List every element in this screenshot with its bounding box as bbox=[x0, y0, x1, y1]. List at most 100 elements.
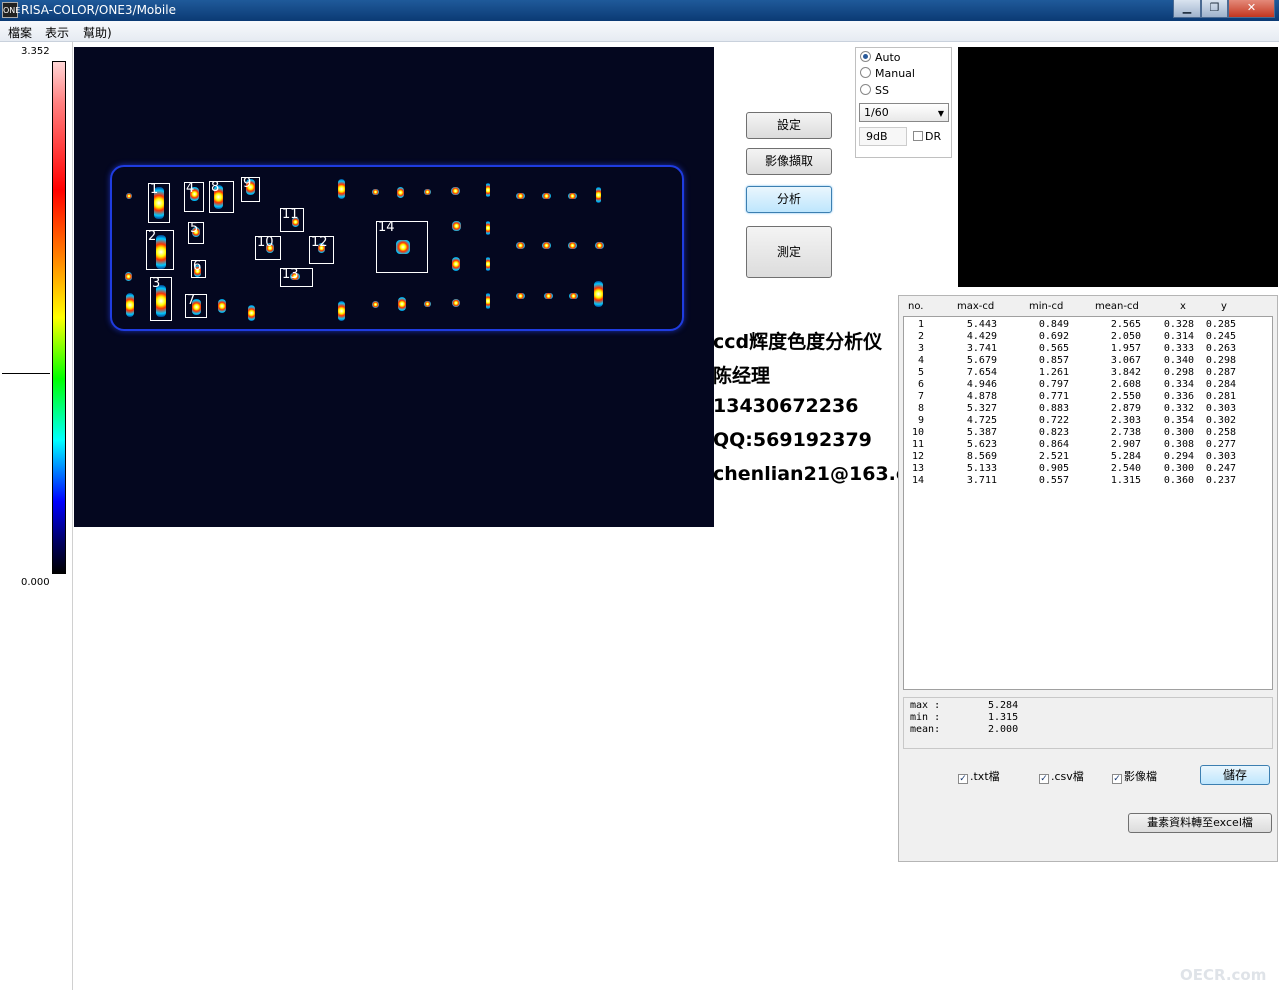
roi-box-2[interactable]: 2 bbox=[146, 229, 174, 270]
gain-field[interactable]: 9dB bbox=[859, 127, 907, 146]
table-row[interactable]: 2 4.429 0.692 2.050 0.314 0.245 bbox=[904, 331, 1274, 343]
table-cell: 2.521 bbox=[1038, 451, 1069, 462]
table-cell: 0.314 bbox=[1163, 331, 1194, 342]
csv-checkbox-box[interactable]: ✓ bbox=[1039, 774, 1049, 784]
radio-manual-circle[interactable] bbox=[860, 67, 871, 78]
table-row[interactable]: 13 5.133 0.905 2.540 0.300 0.247 bbox=[904, 463, 1274, 475]
image-checkbox[interactable]: ✓ 影像檔 bbox=[1112, 768, 1157, 784]
hotspot bbox=[451, 187, 460, 195]
table-cell: 0.258 bbox=[1205, 427, 1236, 438]
analyze-button[interactable]: 分析 bbox=[746, 186, 832, 213]
txt-checkbox[interactable]: ✓ .txt檔 bbox=[958, 768, 1000, 784]
roi-label: 1 bbox=[150, 182, 159, 197]
txt-checkbox-box[interactable]: ✓ bbox=[958, 774, 968, 784]
table-cell: 11 bbox=[911, 439, 924, 450]
hotspot bbox=[452, 221, 461, 231]
table-cell: 0.864 bbox=[1038, 439, 1069, 450]
roi-box-7[interactable]: 7 bbox=[185, 293, 207, 318]
settings-button[interactable]: 設定 bbox=[746, 112, 832, 139]
app-icon[interactable]: ONE bbox=[2, 2, 20, 18]
scale-marker-line[interactable] bbox=[2, 373, 50, 374]
dr-checkbox-box[interactable] bbox=[913, 131, 923, 141]
table-row[interactable]: 4 5.679 0.857 3.067 0.340 0.298 bbox=[904, 355, 1274, 367]
hotspot bbox=[596, 187, 601, 203]
csv-checkbox[interactable]: ✓ .csv檔 bbox=[1039, 768, 1084, 784]
dr-checkbox[interactable]: DR bbox=[913, 130, 941, 143]
table-row[interactable]: 9 4.725 0.722 2.303 0.354 0.302 bbox=[904, 415, 1274, 427]
menu-help[interactable]: 幫助) bbox=[83, 24, 112, 41]
roi-box-8[interactable]: 8 bbox=[209, 180, 234, 213]
roi-box-6[interactable]: 6 bbox=[191, 259, 206, 278]
results-list[interactable]: 1 5.443 0.849 2.565 0.328 0.285 2 4.429 0.692 2.0… bbox=[903, 316, 1273, 690]
roi-box-13[interactable]: 13 bbox=[280, 267, 313, 287]
col-header-x: x bbox=[1180, 301, 1186, 312]
table-row[interactable]: 8 5.327 0.883 2.879 0.332 0.303 bbox=[904, 403, 1274, 415]
summary-min-label: min : bbox=[910, 712, 941, 723]
table-cell: 0.300 bbox=[1163, 463, 1194, 474]
table-row[interactable]: 14 3.711 0.557 1.315 0.360 0.237 bbox=[904, 475, 1274, 487]
menu-file[interactable]: 檔案 bbox=[8, 24, 32, 41]
roi-box-14[interactable]: 14 bbox=[376, 220, 428, 273]
roi-label: 7 bbox=[187, 293, 196, 308]
table-cell: 0.857 bbox=[1038, 355, 1069, 366]
roi-box-10[interactable]: 10 bbox=[255, 235, 281, 260]
radio-auto[interactable]: Auto bbox=[860, 51, 901, 64]
save-button[interactable]: 儲存 bbox=[1200, 765, 1270, 785]
maximize-button[interactable]: ❐ bbox=[1201, 0, 1228, 18]
scale-min-value: 0.000 bbox=[21, 577, 50, 588]
menu-view[interactable]: 表示 bbox=[45, 24, 69, 41]
luminance-image-view[interactable]: 1 2 3 4 5 6 7 8 9 10 11 12 13 14 bbox=[74, 47, 714, 527]
roi-box-12[interactable]: 12 bbox=[309, 235, 334, 264]
table-row[interactable]: 7 4.878 0.771 2.550 0.336 0.281 bbox=[904, 391, 1274, 403]
roi-label: 12 bbox=[311, 235, 328, 250]
table-row[interactable]: 11 5.623 0.864 2.907 0.308 0.277 bbox=[904, 439, 1274, 451]
col-header-mean: mean-cd bbox=[1095, 301, 1139, 312]
table-cell: 0.303 bbox=[1205, 403, 1236, 414]
image-checkbox-box[interactable]: ✓ bbox=[1112, 774, 1122, 784]
table-row[interactable]: 1 5.443 0.849 2.565 0.328 0.285 bbox=[904, 319, 1274, 331]
table-row[interactable]: 5 7.654 1.261 3.842 0.298 0.287 bbox=[904, 367, 1274, 379]
radio-ss[interactable]: SS bbox=[860, 84, 889, 97]
table-cell: 0.263 bbox=[1205, 343, 1236, 354]
table-cell: 0.722 bbox=[1038, 415, 1069, 426]
table-cell: 10 bbox=[911, 427, 924, 438]
close-button[interactable]: ✕ bbox=[1228, 0, 1275, 18]
hotspot bbox=[218, 299, 226, 313]
table-cell: 2.738 bbox=[1110, 427, 1141, 438]
table-row[interactable]: 10 5.387 0.823 2.738 0.300 0.258 bbox=[904, 427, 1274, 439]
hotspot bbox=[452, 257, 460, 271]
csv-checkbox-label: .csv檔 bbox=[1051, 770, 1084, 783]
table-cell: 5.133 bbox=[966, 463, 997, 474]
hotspot bbox=[397, 187, 404, 198]
hotspot bbox=[338, 179, 345, 199]
radio-manual[interactable]: Manual bbox=[860, 67, 915, 80]
table-cell: 0.247 bbox=[1205, 463, 1236, 474]
overlay-text-qq: QQ:569192379 bbox=[713, 429, 872, 451]
table-cell: 5.623 bbox=[966, 439, 997, 450]
color-scale-bar bbox=[52, 61, 66, 574]
radio-ss-circle[interactable] bbox=[860, 84, 871, 95]
roi-box-4[interactable]: 4 bbox=[184, 181, 204, 212]
table-row[interactable]: 12 8.569 2.521 5.284 0.294 0.303 bbox=[904, 451, 1274, 463]
roi-box-5[interactable]: 5 bbox=[188, 221, 204, 244]
col-header-y: y bbox=[1221, 301, 1227, 312]
roi-box-9[interactable]: 9 bbox=[241, 176, 260, 202]
table-row[interactable]: 3 3.741 0.565 1.957 0.333 0.263 bbox=[904, 343, 1274, 355]
table-row[interactable]: 6 4.946 0.797 2.608 0.334 0.284 bbox=[904, 379, 1274, 391]
chevron-down-icon[interactable]: ▼ bbox=[938, 105, 944, 122]
table-cell: 2.565 bbox=[1110, 319, 1141, 330]
roi-box-3[interactable]: 3 bbox=[150, 276, 172, 321]
title-bar[interactable] bbox=[0, 0, 1279, 21]
hotspot bbox=[544, 293, 553, 299]
results-panel: no. max-cd min-cd mean-cd x y 1 5.443 0.84… bbox=[898, 295, 1278, 862]
radio-auto-circle[interactable] bbox=[860, 51, 871, 62]
roi-box-11[interactable]: 11 bbox=[280, 207, 304, 232]
scale-max-value: 3.352 bbox=[21, 46, 50, 57]
shutter-speed-select[interactable]: 1/60 ▼ bbox=[859, 103, 949, 122]
minimize-button[interactable]: ▁ bbox=[1173, 0, 1201, 18]
export-excel-button[interactable]: 畫素資料轉至excel檔 bbox=[1128, 813, 1272, 833]
roi-box-1[interactable]: 1 bbox=[148, 182, 170, 223]
measure-button[interactable]: 測定 bbox=[746, 226, 832, 278]
table-cell: 0.823 bbox=[1038, 427, 1069, 438]
capture-button[interactable]: 影像擷取 bbox=[746, 148, 832, 175]
